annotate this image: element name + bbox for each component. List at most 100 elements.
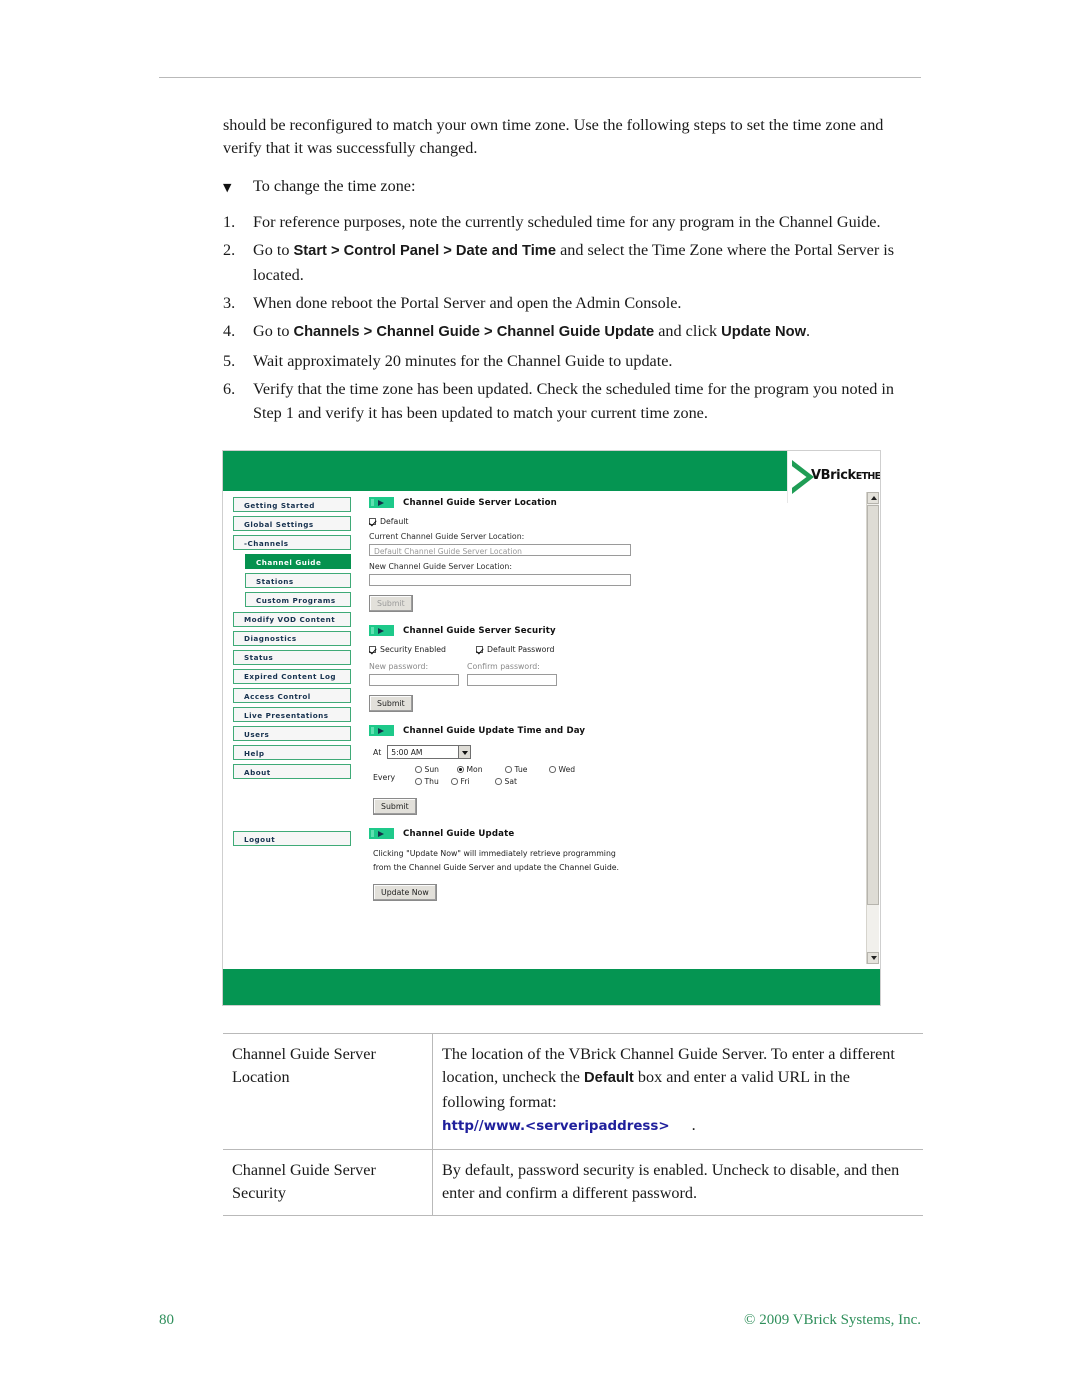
radio-icon[interactable]	[415, 766, 422, 773]
step-number: 1.	[223, 212, 236, 231]
radio-fri[interactable]: Fri	[451, 777, 499, 786]
sidebar-item-channels[interactable]: -Channels	[233, 535, 351, 551]
page-footer: 80 © 2009 VBrick Systems, Inc.	[159, 1312, 921, 1329]
confirm-password-input[interactable]	[467, 674, 557, 686]
radio-icon[interactable]	[505, 766, 512, 773]
logo-edition: SUITE	[811, 483, 880, 489]
list-item: 3. When done reboot the Portal Server an…	[223, 292, 923, 315]
checkbox-icon[interactable]	[476, 646, 484, 653]
step-number: 2.	[223, 241, 236, 260]
submit-security-button[interactable]: Submit	[369, 695, 413, 712]
sidebar-item-custom-programs[interactable]: Custom Programs	[245, 592, 351, 608]
expander-triangle-icon[interactable]	[369, 828, 394, 839]
radio-icon[interactable]	[457, 766, 464, 773]
section-channel-guide-server-location: Channel Guide Server Location Default Cu…	[369, 497, 862, 612]
logo-brand: VBrick	[811, 467, 856, 483]
sidebar-item-expired-content-log[interactable]: Expired Content Log	[233, 668, 351, 684]
step-number: 6.	[223, 380, 236, 399]
inline-bold-default: Default	[584, 1070, 634, 1087]
chevron-down-icon[interactable]	[458, 746, 471, 758]
update-time-select[interactable]: 5:00 AM	[387, 745, 472, 759]
current-location-input[interactable]: Default Channel Guide Server Location	[369, 544, 631, 556]
radio-icon[interactable]	[451, 778, 458, 785]
step-text: Verify that the time zone has been updat…	[253, 380, 895, 422]
sidebar-item-logout[interactable]: Logout	[233, 831, 351, 847]
radio-tue[interactable]: Tue	[505, 765, 549, 774]
step-number: 3.	[223, 294, 236, 313]
sidebar-item-getting-started[interactable]: Getting Started	[233, 497, 351, 512]
current-location-label: Current Channel Guide Server Location:	[369, 532, 525, 541]
expander-triangle-icon[interactable]	[369, 497, 394, 508]
table-cell-description: By default, password security is enabled…	[432, 1148, 923, 1217]
update-description-line2: from the Channel Guide Server and update…	[373, 862, 620, 872]
list-item: 6. Verify that the time zone has been up…	[223, 378, 923, 425]
expander-triangle-icon[interactable]	[369, 725, 394, 736]
intro-paragraph: should be reconfigured to match your own…	[223, 116, 884, 158]
default-location-checkbox-row[interactable]: Default	[369, 517, 862, 526]
sidebar-item-channel-guide[interactable]: Channel Guide	[245, 554, 351, 570]
list-item: 1. For reference purposes, note the curr…	[223, 211, 923, 234]
expander-triangle-icon[interactable]	[369, 625, 394, 636]
step-bold-path: Start > Control Panel > Date and Time	[293, 243, 557, 260]
submit-location-button[interactable]: Submit	[369, 595, 413, 612]
radio-icon[interactable]	[415, 778, 422, 785]
triangle-down-icon: ▼	[223, 180, 232, 194]
section-channel-guide-update-time-and-day: Channel Guide Update Time and Day At 5:0…	[369, 725, 862, 815]
radio-sun[interactable]: Sun	[415, 765, 457, 774]
sidebar-item-help[interactable]: Help	[233, 745, 351, 761]
new-password-input[interactable]	[369, 674, 459, 686]
every-label: Every	[373, 772, 396, 782]
sidebar-item-diagnostics[interactable]: Diagnostics	[233, 630, 351, 646]
table-cell-term: Channel Guide Server Location	[223, 1033, 433, 1150]
step-number: 4.	[223, 322, 236, 341]
new-location-input[interactable]	[369, 574, 631, 586]
section-channel-guide-server-security: Channel Guide Server Security Security E…	[369, 625, 862, 712]
sidebar-item-status[interactable]: Status	[233, 649, 351, 665]
url-format-example: http//www.<serveripaddress>	[442, 1119, 670, 1135]
step-bold-path: Channels > Channel Guide > Channel Guide…	[293, 324, 655, 341]
vertical-scrollbar[interactable]	[866, 492, 879, 964]
sidebar-item-access-control[interactable]: Access Control	[233, 687, 351, 703]
sidebar-item-live-presentations[interactable]: Live Presentations	[233, 707, 351, 723]
app-main-pane: Channel Guide Server Location Default Cu…	[369, 497, 862, 965]
sidebar-item-stations[interactable]: Stations	[245, 573, 351, 589]
sidebar-item-users[interactable]: Users	[233, 726, 351, 742]
chevron-logo-icon	[792, 460, 814, 494]
radio-icon[interactable]	[549, 766, 556, 773]
app-header-bar	[223, 451, 789, 491]
step-number: 5.	[223, 351, 236, 370]
checkbox-icon[interactable]	[369, 646, 376, 653]
update-now-button[interactable]: Update Now	[373, 884, 437, 901]
radio-wed[interactable]: Wed	[549, 765, 575, 774]
radio-sat[interactable]: Sat	[495, 777, 539, 786]
sidebar-item-global-settings[interactable]: Global Settings	[233, 516, 351, 532]
table-row: Channel Guide Server Security By default…	[223, 1148, 923, 1217]
radio-mon[interactable]: Mon	[457, 765, 505, 774]
table-cell-description: The location of the VBrick Channel Guide…	[432, 1033, 923, 1150]
at-label: At	[373, 747, 382, 757]
checkbox-icon[interactable]	[369, 518, 376, 525]
step-text: For reference purposes, note the current…	[253, 212, 881, 231]
sidebar-item-modify-vod-content[interactable]: Modify VOD Content	[233, 611, 351, 627]
submit-schedule-button[interactable]: Submit	[373, 798, 417, 815]
procedure-title: To change the time zone:	[253, 176, 416, 195]
list-item: 5. Wait approximately 20 minutes for the…	[223, 350, 923, 373]
new-location-label: New Channel Guide Server Location:	[369, 562, 512, 571]
scroll-down-icon[interactable]	[867, 952, 879, 964]
default-password-label: Default Password	[487, 645, 555, 654]
section-title: Channel Guide Server Location	[403, 497, 557, 508]
scroll-up-icon[interactable]	[867, 492, 879, 504]
step-bold-action: Update Now	[721, 324, 807, 341]
step-text: Go to Channels > Channel Guide > Channel…	[253, 322, 811, 341]
confirm-password-label: Confirm password:	[467, 662, 540, 671]
list-item: 4. Go to Channels > Channel Guide > Chan…	[223, 320, 923, 344]
logo-product: ETHERNETTV	[855, 470, 881, 482]
app-footer-bar	[223, 969, 880, 1005]
sidebar-item-about[interactable]: About	[233, 764, 351, 780]
page-number: 80	[159, 1312, 174, 1328]
section-title: Channel Guide Update	[403, 828, 515, 839]
scrollbar-thumb[interactable]	[867, 505, 879, 905]
copyright-notice: © 2009 VBrick Systems, Inc.	[744, 1312, 921, 1328]
update-time-value: 5:00 AM	[391, 747, 423, 757]
radio-icon[interactable]	[495, 778, 502, 785]
